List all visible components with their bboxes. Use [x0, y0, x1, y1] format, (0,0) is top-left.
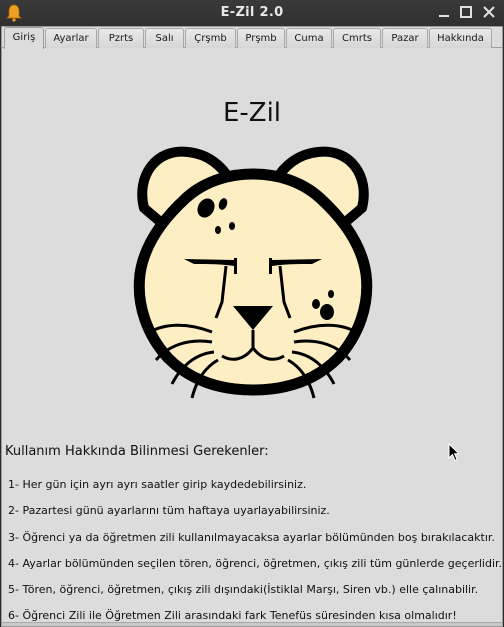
tab-crsmb[interactable]: Çrşmb: [185, 28, 236, 48]
tab-pazar[interactable]: Pazar: [382, 28, 428, 48]
info-item: 4- Ayarlar bölümünden seçilen tören, öğr…: [8, 557, 503, 570]
cheetah-logo: [133, 146, 373, 399]
page-title: E-Zil: [222, 98, 282, 128]
tab-ayarlar[interactable]: Ayarlar: [45, 28, 97, 48]
window-title: E-Zil 2.0: [220, 5, 284, 20]
giris-panel: E-Zil Kullanım Hakkında Bilinmesi Gereke…: [2, 48, 502, 622]
info-item: 1- Her gün için ayrı ayrı saatler girip …: [8, 478, 307, 491]
tab-bar: Giriş Ayarlar Pzrts Salı Çrşmb Prşmb Cum…: [2, 27, 502, 49]
info-item: 6- Öğrenci Zili ile Öğretmen Zili arasın…: [8, 609, 457, 622]
info-item: 3- Öğrenci ya da öğretmen zili kullanılm…: [8, 531, 495, 544]
app-window: Giriş Ayarlar Pzrts Salı Çrşmb Prşmb Cum…: [1, 26, 503, 627]
maximize-icon[interactable]: [458, 4, 474, 20]
info-item: 2- Pazartesi günü ayarlarını tüm haftaya…: [8, 504, 330, 517]
mouse-cursor-icon: [448, 443, 460, 462]
tab-pzrts[interactable]: Pzrts: [98, 28, 144, 48]
tab-prsmb[interactable]: Prşmb: [237, 28, 285, 48]
tab-hakkinda[interactable]: Hakkında: [429, 28, 492, 48]
tab-giris[interactable]: Giriş: [4, 27, 44, 49]
close-icon[interactable]: [481, 4, 497, 20]
minimize-icon[interactable]: [436, 4, 452, 20]
tab-cuma[interactable]: Cuma: [286, 28, 332, 48]
info-item: 5- Tören, öğrenci, öğretmen, çıkış zili …: [8, 583, 479, 596]
tab-sali[interactable]: Salı: [145, 28, 184, 48]
tab-cmrts[interactable]: Cmrts: [333, 28, 381, 48]
title-bar[interactable]: E-Zil 2.0: [0, 0, 504, 26]
window-bottom-edge: [2, 622, 502, 626]
info-title: Kullanım Hakkında Bilinmesi Gerekenler:: [5, 444, 269, 459]
